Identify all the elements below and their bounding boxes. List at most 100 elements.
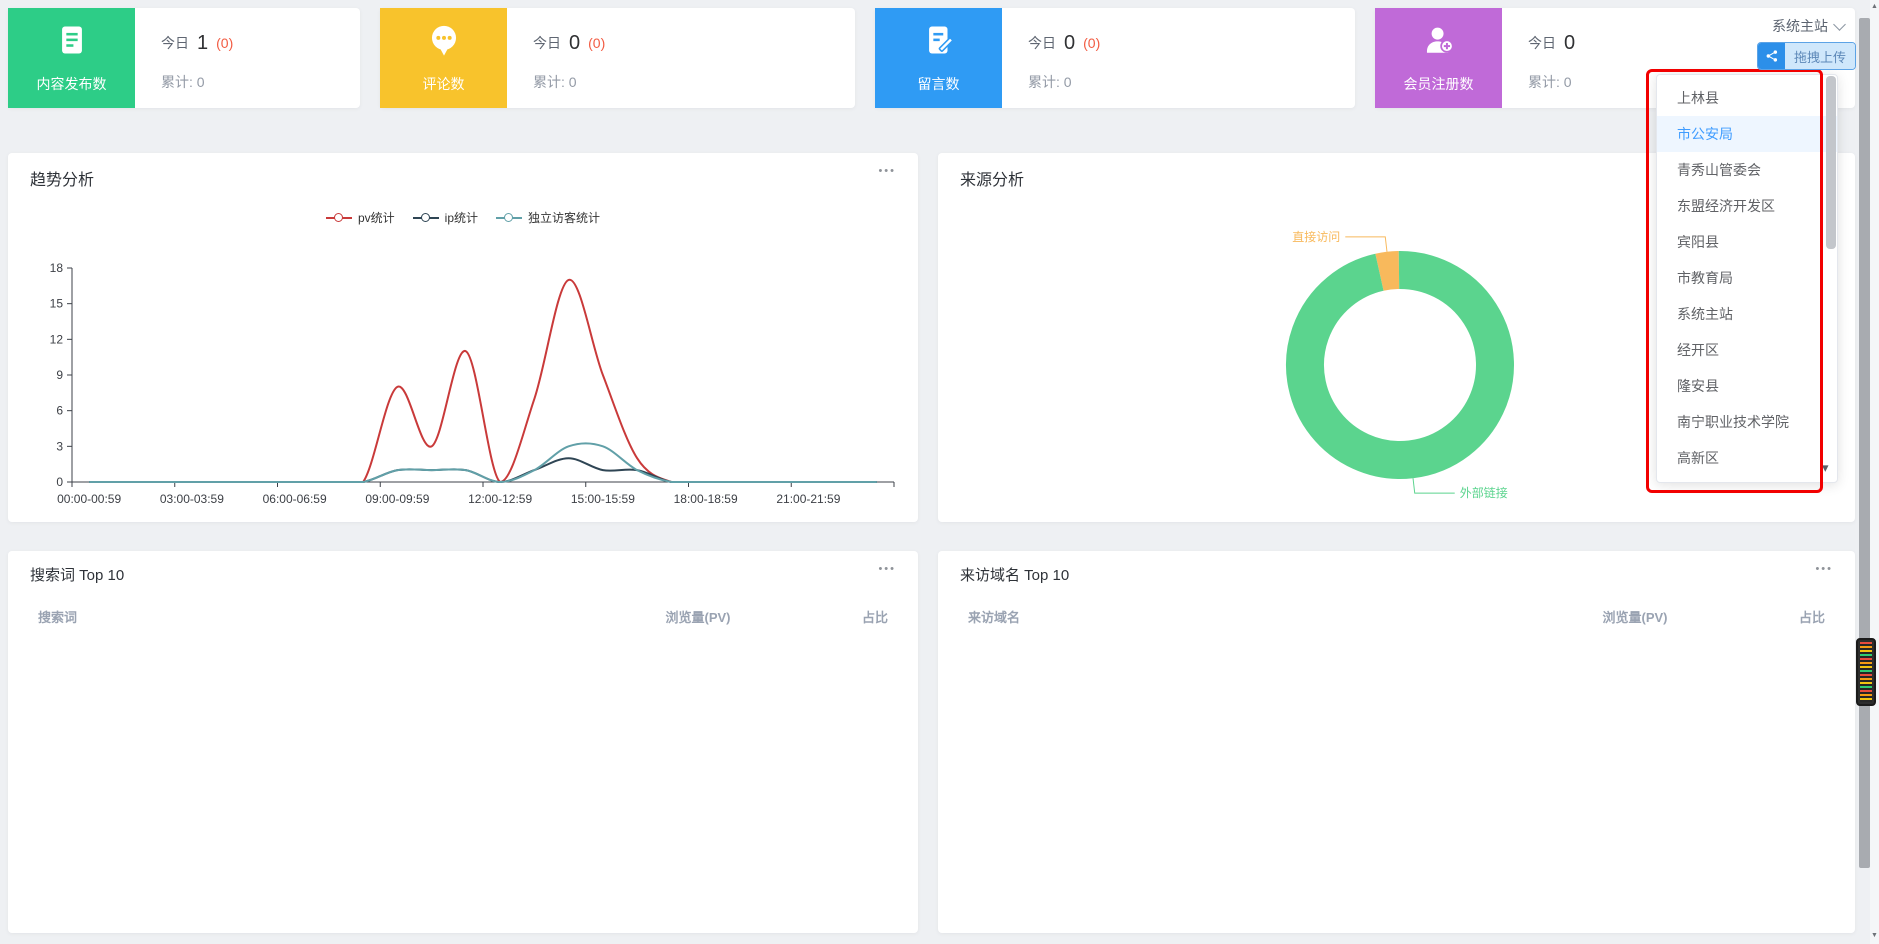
comments-tile: 评论数 xyxy=(380,8,507,108)
visiting-domains-card: 来访域名 Top 10 ••• 来访域名 浏览量(PV) 占比 xyxy=(938,551,1855,933)
stat-body: 今日 0 累计: 0 xyxy=(1502,8,1583,108)
messages-tile: 留言数 xyxy=(875,8,1002,108)
site-dropdown-item[interactable]: 市公安局 xyxy=(1657,116,1837,152)
scroll-down-icon[interactable]: ▼ xyxy=(1870,932,1879,939)
total-value: 0 xyxy=(568,74,577,90)
today-value: 1 xyxy=(197,31,209,54)
comment-dots-icon xyxy=(427,23,461,62)
member-registration-tile: 会员注册数 xyxy=(1375,8,1502,108)
site-dropdown-item[interactable]: 隆安县 xyxy=(1657,368,1837,404)
search-table-header: 搜索词 浏览量(PV) 占比 xyxy=(8,607,918,626)
site-dropdown-list: 上林县 市公安局 青秀山管委会 东盟经济开发区 宾阳县 市教育局 系统主站 经开区 隆安县 南宁职… xyxy=(1657,80,1837,476)
stat-tile-label: 留言数 xyxy=(917,75,960,92)
stat-body: 今日 0 (0) 累计: 0 xyxy=(507,8,605,108)
page-scrollbar-thumb[interactable] xyxy=(1859,18,1870,868)
site-dropdown-item[interactable]: 上林县 xyxy=(1657,80,1837,116)
today-delta: (0) xyxy=(1083,35,1101,51)
share-nodes-icon xyxy=(1758,43,1785,69)
stat-tile-label: 会员注册数 xyxy=(1403,75,1474,92)
chevron-down-icon xyxy=(1833,17,1846,31)
svg-text:18:00-18:59: 18:00-18:59 xyxy=(674,492,738,506)
scroll-up-icon[interactable]: ▲ xyxy=(1870,3,1879,10)
today-label: 今日 xyxy=(161,35,189,51)
search-words-card: 搜索词 Top 10 ••• 搜索词 浏览量(PV) 占比 xyxy=(8,551,918,933)
line-circle-legend-icon xyxy=(496,212,522,222)
svg-text:00:00-00:59: 00:00-00:59 xyxy=(57,492,121,506)
line-circle-legend-icon xyxy=(325,212,352,222)
site-dropdown-item[interactable]: 南宁职业技术学院 xyxy=(1657,404,1837,440)
today-label: 今日 xyxy=(533,35,561,51)
svg-text:06:00-06:59: 06:00-06:59 xyxy=(263,492,327,506)
column-header: 来访域名 xyxy=(968,610,1021,625)
svg-text:09:00-09:59: 09:00-09:59 xyxy=(365,492,429,506)
total-label: 累计: xyxy=(161,74,193,90)
site-dropdown-item[interactable]: 东盟经济开发区 xyxy=(1657,188,1837,224)
document-lines-icon xyxy=(55,23,89,62)
browser-scrollbar-rail[interactable]: ▲ ▼ xyxy=(1870,0,1879,944)
stat-cards-row: 内容发布数 今日 1 (0) 累计: 0 评论数 今日 0 (0) 累计: 0 … xyxy=(8,8,1855,108)
donut-slice-label: 外部链接 xyxy=(1460,485,1508,500)
today-value: 0 xyxy=(569,31,581,54)
legend-label: 独立访客统计 xyxy=(528,211,601,225)
stat-tile-label: 内容发布数 xyxy=(36,75,107,92)
dropdown-scrollbar-thumb[interactable] xyxy=(1826,76,1836,249)
stat-body: 今日 1 (0) 累计: 0 xyxy=(135,8,233,108)
total-label: 累计: xyxy=(1028,74,1060,90)
site-switcher[interactable]: 系统主站 xyxy=(1772,16,1846,36)
media-level-widget xyxy=(1856,638,1876,706)
trend-card-title: 趋势分析 xyxy=(30,172,95,189)
svg-text:21:00-21:59: 21:00-21:59 xyxy=(776,492,840,506)
svg-text:03:00-03:59: 03:00-03:59 xyxy=(160,492,224,506)
svg-text:12:00-12:59: 12:00-12:59 xyxy=(468,492,532,506)
column-header: 搜索词 xyxy=(38,610,78,625)
today-value: 0 xyxy=(1564,31,1576,54)
stat-card-content-publish: 内容发布数 今日 1 (0) 累计: 0 xyxy=(8,8,360,108)
more-menu-icon[interactable]: ••• xyxy=(878,165,896,177)
stat-card-messages: 留言数 今日 0 (0) 累计: 0 xyxy=(875,8,1355,108)
legend-label: pv统计 xyxy=(357,211,395,225)
total-label: 累计: xyxy=(533,74,565,90)
today-label: 今日 xyxy=(1528,35,1556,51)
stat-card-comments: 评论数 今日 0 (0) 累计: 0 xyxy=(380,8,855,108)
site-dropdown-panel: 上林县 市公安局 青秀山管委会 东盟经济开发区 宾阳县 市教育局 系统主站 经开区 隆安县 南宁职… xyxy=(1656,74,1838,483)
total-value: 0 xyxy=(1563,74,1572,90)
svg-text:18: 18 xyxy=(50,261,64,275)
svg-text:0: 0 xyxy=(56,475,63,489)
site-switcher-label: 系统主站 xyxy=(1772,18,1828,34)
drag-upload-label: 拖拽上传 xyxy=(1785,43,1855,69)
drag-upload-button[interactable]: 拖拽上传 xyxy=(1757,42,1856,70)
total-value: 0 xyxy=(1063,74,1072,90)
legend-label: ip统计 xyxy=(444,211,478,225)
total-value: 0 xyxy=(196,74,205,90)
stat-tile-label: 评论数 xyxy=(422,75,465,92)
trend-legend: pv统计 ip统计 独立访客统计 xyxy=(8,209,918,226)
site-dropdown-item[interactable]: 经开区 xyxy=(1657,332,1837,368)
site-dropdown-item[interactable]: 系统主站 xyxy=(1657,296,1837,332)
more-menu-icon[interactable]: ••• xyxy=(1815,563,1833,575)
today-delta: (0) xyxy=(216,35,234,51)
legend-item[interactable]: pv统计 xyxy=(325,209,395,226)
document-edit-icon xyxy=(922,23,956,62)
site-dropdown-item[interactable]: 高新区 xyxy=(1657,440,1837,476)
site-dropdown-item[interactable]: 青秀山管委会 xyxy=(1657,152,1837,188)
column-header: 浏览量(PV) xyxy=(1602,610,1668,625)
dropdown-scroll-down-icon[interactable]: ▾ xyxy=(1822,460,1829,476)
domains-table-header: 来访域名 浏览量(PV) 占比 xyxy=(938,607,1855,626)
stat-body: 今日 0 (0) 累计: 0 xyxy=(1002,8,1100,108)
site-dropdown-item[interactable]: 市教育局 xyxy=(1657,260,1837,296)
content-publish-tile: 内容发布数 xyxy=(8,8,135,108)
donut-slice-label: 直接访问 xyxy=(1292,229,1340,244)
legend-item[interactable]: ip统计 xyxy=(412,209,478,226)
today-value: 0 xyxy=(1064,31,1076,54)
user-plus-icon xyxy=(1422,23,1456,62)
site-dropdown-item[interactable]: 宾阳县 xyxy=(1657,224,1837,260)
svg-text:12: 12 xyxy=(50,332,64,346)
total-label: 累计: xyxy=(1528,74,1560,90)
legend-item[interactable]: 独立访客统计 xyxy=(496,209,600,226)
column-header: 占比 xyxy=(1798,610,1825,625)
svg-text:9: 9 xyxy=(56,368,63,382)
trend-analysis-card: 趋势分析 ••• pv统计 ip统计 独立访客统计 0 3 6 9 12 15 18 00:00-… xyxy=(8,153,918,522)
svg-text:15: 15 xyxy=(50,297,64,311)
more-menu-icon[interactable]: ••• xyxy=(878,563,896,575)
svg-text:6: 6 xyxy=(56,404,63,418)
